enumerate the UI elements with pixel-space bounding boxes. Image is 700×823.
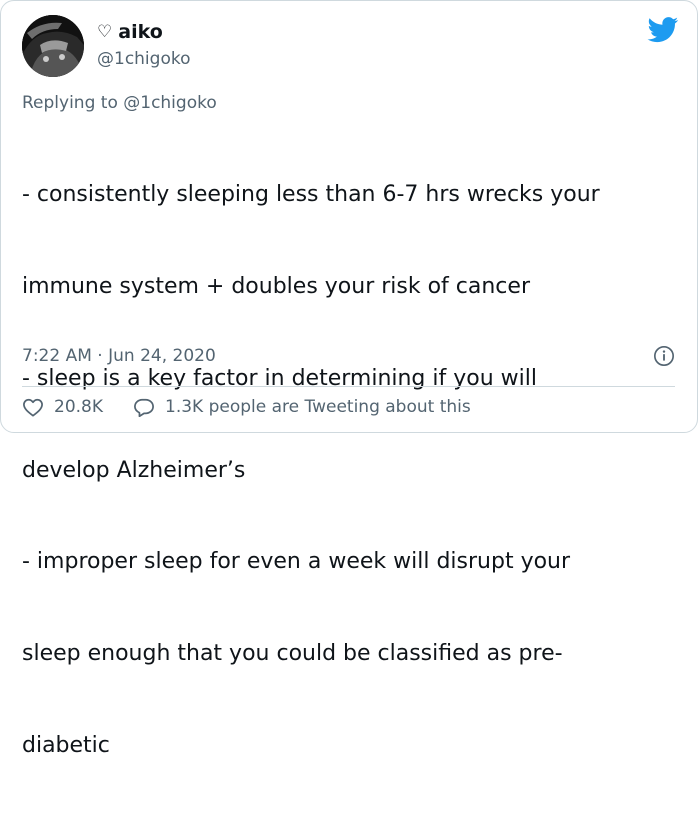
tweet-line: - consistently sleeping less than 6-7 hr… bbox=[22, 182, 600, 208]
like-button[interactable]: 20.8K bbox=[22, 397, 103, 417]
user-name-row[interactable]: ♡ aiko bbox=[97, 21, 163, 43]
replying-handle-link[interactable]: @1chigoko bbox=[123, 93, 217, 113]
display-name[interactable]: aiko bbox=[118, 21, 163, 43]
tweet-timestamp[interactable]: 7:22 AM · Jun 24, 2020 bbox=[22, 346, 216, 366]
avatar[interactable] bbox=[22, 15, 84, 77]
divider bbox=[22, 386, 675, 387]
speech-bubble-icon bbox=[134, 398, 154, 417]
twitter-bird-icon[interactable] bbox=[647, 17, 679, 43]
info-icon[interactable] bbox=[653, 345, 675, 367]
conversation-button[interactable]: 1.3K people are Tweeting about this bbox=[133, 397, 471, 417]
avatar-image bbox=[22, 15, 84, 77]
tweet-card[interactable]: ♡ aiko @1chigoko Replying to @1chigoko -… bbox=[0, 0, 698, 758]
tweet-date[interactable]: Jun 24, 2020 bbox=[108, 346, 216, 366]
tweet-line: - sleep is a key factor in determining i… bbox=[22, 365, 537, 391]
conversation-text: 1.3K people are Tweeting about this bbox=[165, 397, 471, 417]
tweet-line: sleep enough that you could be classifie… bbox=[22, 641, 563, 667]
heart-icon bbox=[23, 398, 43, 417]
tweet-text: - consistently sleeping less than 6-7 hr… bbox=[22, 119, 672, 823]
tweet-line: immune system + doubles your risk of can… bbox=[22, 273, 530, 299]
tweet-line: develop Alzheimer’s bbox=[22, 457, 246, 483]
likes-count: 20.8K bbox=[54, 397, 103, 417]
tweet-actions: 20.8K 1.3K people are Tweeting about thi… bbox=[22, 397, 471, 417]
replying-prefix: Replying to bbox=[22, 93, 124, 113]
tweet-line: - improper sleep for even a week will di… bbox=[22, 549, 571, 575]
replying-to: Replying to @1chigoko bbox=[22, 93, 217, 113]
tweet-line: diabetic bbox=[22, 732, 110, 758]
tweet-time[interactable]: 7:22 AM bbox=[22, 346, 92, 366]
user-handle[interactable]: @1chigoko bbox=[97, 49, 191, 69]
name-heart-symbol: ♡ bbox=[97, 21, 113, 42]
timestamp-separator: · bbox=[91, 346, 109, 366]
